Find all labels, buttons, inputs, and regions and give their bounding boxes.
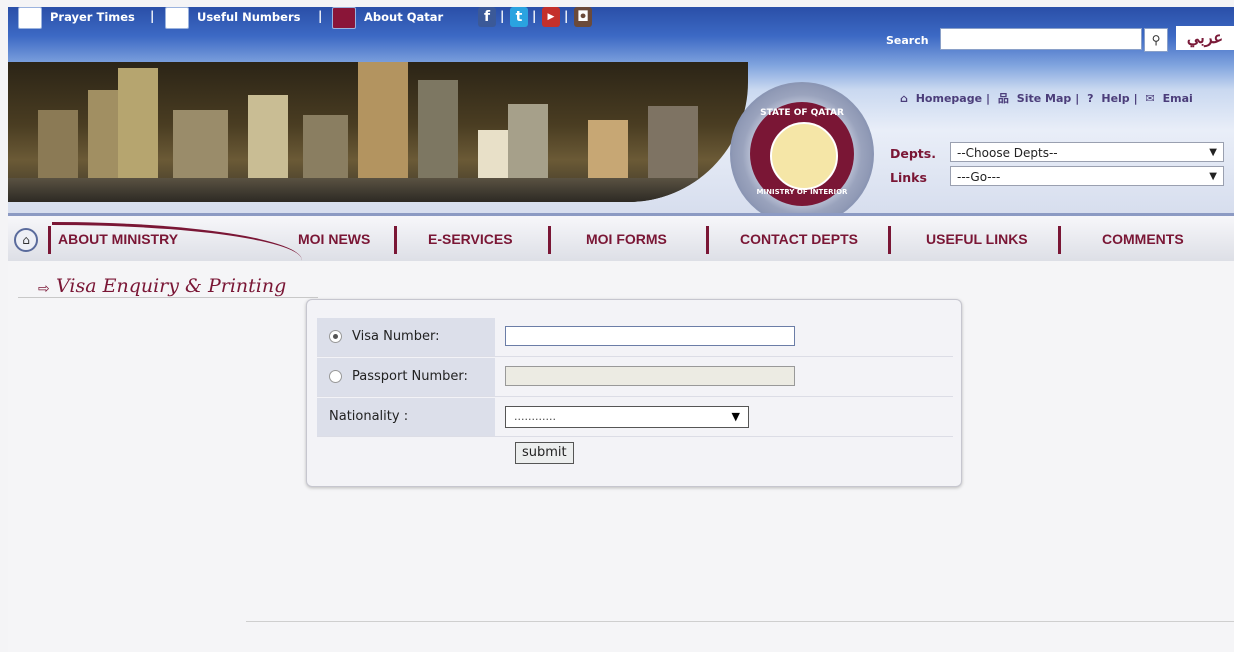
search-input[interactable] — [940, 28, 1142, 50]
nationality-select-value: ............ — [514, 410, 556, 423]
nav-divider — [1058, 226, 1061, 254]
sitemap-icon: 品 — [997, 92, 1009, 105]
search-label: Search — [886, 34, 929, 47]
visa-number-input[interactable] — [505, 326, 795, 346]
sitemap-link[interactable]: Site Map — [1017, 92, 1071, 105]
useful-numbers-link[interactable]: Useful Numbers — [197, 10, 300, 24]
links-select[interactable]: ---Go--- ▼ — [950, 166, 1224, 186]
chevron-down-icon: ▼ — [1209, 171, 1217, 182]
passport-number-radio[interactable] — [329, 370, 342, 383]
separator: | — [500, 9, 505, 23]
nav-moi-news[interactable]: MOI NEWS — [298, 231, 370, 247]
home-icon[interactable]: ⌂ — [14, 228, 38, 252]
submit-button[interactable]: submit — [515, 442, 574, 464]
links-select-value: ---Go--- — [957, 170, 1001, 184]
page-title-bar: ⇨ Visa Enquiry & Printing — [18, 269, 318, 298]
arabic-language-link[interactable]: عربي — [1176, 26, 1234, 50]
passport-number-label-cell: Passport Number: — [317, 358, 495, 396]
nav-comments[interactable]: COMMENTS — [1102, 231, 1184, 247]
nationality-label: Nationality : — [317, 398, 495, 436]
separator: | — [564, 9, 569, 23]
skyline-banner — [8, 62, 748, 202]
visa-number-radio[interactable] — [329, 330, 342, 343]
depts-label: Depts. — [890, 146, 936, 161]
passport-number-row: Passport Number: — [317, 358, 953, 397]
nav-divider — [888, 226, 891, 254]
visa-number-label: Visa Number: — [352, 329, 440, 344]
seal-bottom-text: MINISTRY OF INTERIOR — [756, 188, 848, 196]
passport-number-input[interactable] — [505, 366, 795, 386]
nav-divider — [394, 226, 397, 254]
email-icon: ✉ — [1145, 92, 1155, 105]
footer-divider — [246, 621, 1234, 622]
separator: | — [1133, 92, 1138, 105]
water-reflection — [8, 178, 748, 202]
separator: | — [532, 9, 537, 23]
nationality-row: Nationality : ............ ▼ — [317, 398, 953, 437]
separator: | — [1075, 92, 1080, 105]
seal-emblem — [770, 122, 838, 190]
depts-select-value: --Choose Depts-- — [957, 146, 1058, 160]
nav-contact-depts[interactable]: CONTACT DEPTS — [740, 231, 858, 247]
instagram-icon[interactable]: ◘ — [574, 7, 592, 27]
help-icon: ? — [1087, 92, 1094, 105]
main-nav: ⌂ ABOUT MINISTRY MOI NEWS E-SERVICES MOI… — [8, 213, 1234, 261]
page: Prayer Times | Useful Numbers | About Qa… — [0, 0, 1234, 652]
content-area: ⇨ Visa Enquiry & Printing Visa Number: P… — [8, 261, 1234, 652]
depts-select[interactable]: --Choose Depts-- ▼ — [950, 142, 1224, 162]
nav-divider — [706, 226, 709, 254]
separator: | — [318, 9, 323, 23]
youtube-icon[interactable]: ▶ — [542, 7, 560, 27]
search-icon[interactable]: ⚲ — [1144, 28, 1168, 52]
nav-useful-links[interactable]: USEFUL LINKS — [926, 231, 1028, 247]
email-link[interactable]: Emai — [1163, 92, 1193, 105]
visa-number-label-cell: Visa Number: — [317, 318, 495, 356]
header-links: ⌂ Homepage | 品 Site Map | ? Help | ✉ Emai — [900, 90, 1197, 106]
nationality-select[interactable]: ............ ▼ — [505, 406, 749, 428]
qatar-flag-icon — [332, 7, 356, 29]
seal-ring: STATE OF QATAR MINISTRY OF INTERIOR — [750, 102, 854, 206]
visa-number-row: Visa Number: — [317, 318, 953, 357]
help-link[interactable]: Help — [1101, 92, 1129, 105]
homepage-link[interactable]: Homepage — [916, 92, 982, 105]
arrow-right-icon: ⇨ — [38, 281, 50, 297]
twitter-icon[interactable]: t — [510, 7, 528, 27]
links-label: Links — [890, 170, 927, 185]
nav-e-services[interactable]: E-SERVICES — [428, 231, 513, 247]
home-icon: ⌂ — [900, 92, 908, 105]
page-title: Visa Enquiry & Printing — [56, 275, 287, 297]
nav-about-ministry[interactable]: ABOUT MINISTRY — [58, 231, 178, 247]
phone-icon — [165, 7, 189, 29]
chevron-down-icon: ▼ — [1209, 147, 1217, 158]
chevron-down-icon: ▼ — [731, 410, 740, 423]
ministry-seal-logo: STATE OF QATAR MINISTRY OF INTERIOR — [730, 82, 874, 226]
nav-divider — [548, 226, 551, 254]
nav-moi-forms[interactable]: MOI FORMS — [586, 231, 667, 247]
facebook-icon[interactable]: f — [478, 7, 496, 27]
seal-top-text: STATE OF QATAR — [760, 108, 844, 118]
nav-divider — [48, 226, 51, 254]
passport-number-label: Passport Number: — [352, 369, 468, 384]
separator: | — [150, 9, 155, 23]
visa-enquiry-form: Visa Number: Passport Number: Nationalit… — [306, 299, 962, 487]
prayer-times-link[interactable]: Prayer Times — [50, 10, 135, 24]
separator: | — [986, 92, 991, 105]
mosque-icon — [18, 7, 42, 29]
about-qatar-link[interactable]: About Qatar — [364, 10, 443, 24]
